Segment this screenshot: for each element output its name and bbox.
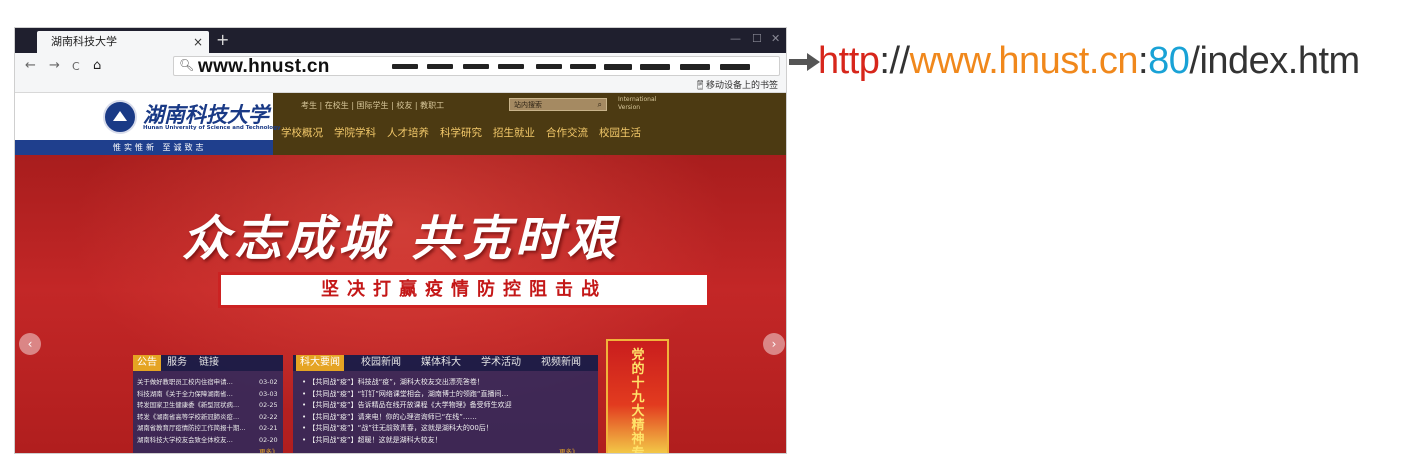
- url-slash: /: [1189, 40, 1200, 82]
- url-port: 80: [1148, 40, 1190, 82]
- title-bar: 湖南科技大学 × + — ☐ ✕: [15, 28, 786, 53]
- nav-item-cooperation[interactable]: 合作交流: [546, 125, 588, 140]
- school-motto: 惟实惟新 至诚致志: [15, 140, 273, 155]
- mobile-bookmarks-label: 移动设备上的书签: [705, 81, 778, 91]
- notice-date: 03-02: [259, 378, 278, 386]
- notice-date: 03-03: [259, 389, 278, 398]
- tab-news-academic[interactable]: 学术活动: [477, 355, 525, 371]
- news-item[interactable]: • 【共同战“疫”】“钉钉”网络课堂相会，湖南博士的领跑“直播间…: [302, 389, 592, 400]
- site-search-placeholder: 站内搜索: [514, 101, 542, 109]
- news-panel: 科大要闻 校园新闻 媒体科大 学术活动 视频新闻 • 【共同战“疫”】科技战“疫…: [293, 355, 598, 453]
- home-icon[interactable]: ⌂: [93, 58, 101, 74]
- redaction-mark: [498, 64, 524, 69]
- international-version-link[interactable]: International Version: [618, 96, 656, 112]
- forward-icon[interactable]: →: [49, 58, 60, 74]
- notice-more-link[interactable]: 更多》: [259, 446, 279, 453]
- tab-news-campus[interactable]: 校园新闻: [357, 355, 405, 371]
- close-window-icon[interactable]: ✕: [771, 32, 780, 45]
- maximize-icon[interactable]: ☐: [752, 32, 762, 45]
- university-emblem-icon: [103, 100, 137, 134]
- url-breakdown: http://www.hnust.cn:80/index.htm: [818, 38, 1360, 84]
- site-header: 湖南科技大学 Hunan University of Science and T…: [15, 93, 786, 155]
- notice-date: 02-20: [259, 435, 278, 444]
- bookmarks-bar: 📱︎移动设备上的书签: [15, 79, 786, 93]
- news-item[interactable]: • 【共同战“疫”】告诉精品在线开放课程《大学物理》备受师生欢迎: [302, 400, 592, 411]
- url-colon: :: [1138, 40, 1149, 82]
- notice-panel: 公告 服务 链接 关于做好教职员工校内住宿申请… 03-02 科技湖南《关于全力保障…: [133, 355, 283, 453]
- news-more-link[interactable]: 更多》: [559, 446, 579, 453]
- intl-line1: International: [618, 96, 657, 103]
- nav-item-education[interactable]: 人才培养: [387, 125, 429, 140]
- site-search-input[interactable]: 站内搜索 ⌕: [509, 98, 607, 111]
- news-tabs: 科大要闻 校园新闻 媒体科大 学术活动 视频新闻: [293, 355, 598, 371]
- banner-subtitle: 坚决打赢疫情防控阻击战: [321, 279, 607, 300]
- nav-item-research[interactable]: 科学研究: [440, 125, 482, 140]
- nav-item-admissions[interactable]: 招生就业: [493, 125, 535, 140]
- redaction-mark: [392, 64, 418, 69]
- audience-links[interactable]: 考生 | 在校生 | 国际学生 | 校友 | 教职工: [301, 100, 444, 111]
- redaction-mark: [604, 64, 632, 70]
- tab-service[interactable]: 服务: [163, 355, 191, 371]
- redaction-mark: [536, 64, 562, 69]
- nav-item-overview[interactable]: 学校概况: [281, 125, 323, 140]
- banner-subtitle-box: 坚决打赢疫情防控阻击战: [221, 275, 707, 305]
- redaction-mark: [720, 64, 750, 70]
- url-path: index.htm: [1199, 40, 1360, 82]
- nav-item-schools[interactable]: 学院学科: [334, 125, 376, 140]
- main-navigation: 学校概况 学院学科 人才培养 科学研究 招生就业 合作交流 校园生活: [281, 125, 652, 140]
- news-item[interactable]: • 【共同战“疫”】超暖！这就是湖科大校友！: [302, 435, 592, 446]
- tab-links[interactable]: 链接: [195, 355, 223, 371]
- url-separator: ://: [879, 40, 910, 82]
- url-scheme: http: [818, 40, 880, 82]
- party-congress-banner[interactable]: 党的十九大精神专题: [606, 339, 669, 454]
- site-logo[interactable]: 湖南科技大学 Hunan University of Science and T…: [15, 93, 281, 140]
- tab-close-icon[interactable]: ×: [193, 31, 203, 53]
- news-item[interactable]: • 【共同战“疫”】请来电！你的心理咨询师已“在线”……: [302, 412, 592, 423]
- tab-title: 湖南科技大学: [51, 35, 117, 48]
- notice-date: 02-21: [259, 424, 278, 432]
- redaction-mark: [570, 64, 596, 69]
- notice-tabs: 公告 服务 链接: [133, 355, 283, 371]
- news-item[interactable]: • 【共同战“疫”】“战”往无前致青春，这就是湖科大的00后！: [302, 423, 592, 434]
- address-text: www.hnust.cn: [198, 56, 330, 77]
- slide-next-icon[interactable]: ›: [763, 333, 785, 355]
- redaction-mark: [427, 64, 453, 69]
- news-item[interactable]: • 【共同战“疫”】科技战“疫”，湖科大校友交出漂亮答卷！: [302, 377, 592, 388]
- tab-news-main[interactable]: 科大要闻: [296, 355, 344, 371]
- new-tab-icon[interactable]: +: [216, 29, 229, 51]
- slide-prev-icon[interactable]: ‹: [19, 333, 41, 355]
- nav-item-campus-life[interactable]: 校园生活: [599, 125, 641, 140]
- hero-banner: 众志成城 共克时艰 坚决打赢疫情防控阻击战 ‹ › 公告 服务 链接 关于做好教…: [15, 155, 786, 453]
- site-search-icon[interactable]: ⌕: [598, 99, 602, 111]
- arrow-shaft: [789, 59, 809, 65]
- redaction-mark: [640, 64, 670, 70]
- url-host: www.hnust.cn: [909, 40, 1139, 82]
- logo-english-name: Hunan University of Science and Technolo…: [143, 125, 281, 131]
- tab-notice[interactable]: 公告: [133, 355, 161, 371]
- tab-news-video[interactable]: 视频新闻: [537, 355, 585, 371]
- notice-date: 02-22: [259, 412, 278, 421]
- website-viewport: 湖南科技大学 Hunan University of Science and T…: [15, 93, 786, 454]
- reload-icon[interactable]: C: [72, 59, 80, 75]
- back-icon[interactable]: ←: [25, 58, 36, 74]
- mobile-bookmarks-link[interactable]: 📱︎移动设备上的书签: [695, 79, 778, 93]
- search-icon: 🔍︎: [179, 58, 195, 72]
- notice-date: 02-25: [259, 401, 278, 409]
- address-bar[interactable]: 🔍︎ www.hnust.cn: [173, 56, 780, 77]
- navigation-toolbar: ← → C ⌂ 🔍︎ www.hnust.cn: [15, 53, 786, 79]
- redaction-mark: [463, 64, 489, 69]
- party-banner-text: 党的十九大精神专题: [631, 348, 645, 454]
- browser-window: 湖南科技大学 × + — ☐ ✕ ← → C ⌂ 🔍︎ www.hnust.cn: [14, 27, 787, 454]
- tab-hnust[interactable]: 湖南科技大学 ×: [37, 31, 209, 53]
- tab-news-media[interactable]: 媒体科大: [417, 355, 465, 371]
- intl-line2: Version: [618, 104, 641, 111]
- banner-title: 众志成城 共克时艰: [182, 211, 619, 267]
- screenshot-stage: 湖南科技大学 × + — ☐ ✕ ← → C ⌂ 🔍︎ www.hnust.cn: [0, 0, 1410, 454]
- redaction-mark: [680, 64, 710, 70]
- minimize-icon[interactable]: —: [730, 32, 741, 45]
